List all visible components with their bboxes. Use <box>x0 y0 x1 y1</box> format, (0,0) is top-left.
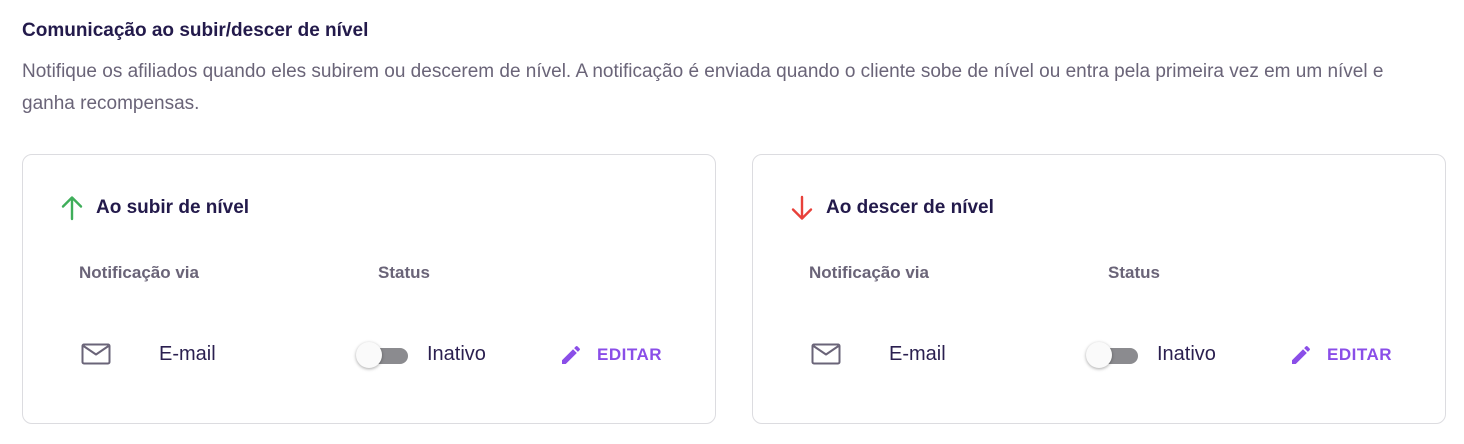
channel-label: E-mail <box>159 343 216 365</box>
notification-row: E-mail Inativo EDITAR <box>23 335 715 375</box>
channel-label: E-mail <box>889 343 946 365</box>
edit-button[interactable]: EDITAR <box>559 339 662 371</box>
card-title: Ao descer de nível <box>826 197 994 218</box>
mail-icon <box>811 343 841 365</box>
card-header: Ao subir de nível <box>61 195 249 221</box>
column-header-via: Notificação via <box>79 263 199 282</box>
mail-icon <box>81 343 111 365</box>
section-title: Comunicação ao subir/descer de nível <box>22 20 369 41</box>
card-header: Ao descer de nível <box>791 195 994 221</box>
arrow-down-icon <box>791 195 813 220</box>
edit-label: EDITAR <box>1327 345 1393 364</box>
status-label: Inativo <box>427 343 486 365</box>
card-title: Ao subir de nível <box>96 197 250 218</box>
level-down-card: Ao descer de nível Notificação via Statu… <box>752 154 1446 424</box>
pencil-icon <box>1292 345 1311 364</box>
status-toggle[interactable] <box>356 340 412 370</box>
edit-label: EDITAR <box>597 345 663 364</box>
status-toggle[interactable] <box>1086 340 1142 370</box>
section-description: Notifique os afiliados quando eles subir… <box>22 61 1384 114</box>
arrow-up-icon <box>61 196 83 221</box>
column-header-status: Status <box>378 263 430 282</box>
pencil-icon <box>562 345 581 364</box>
edit-button[interactable]: EDITAR <box>1289 339 1392 371</box>
status-label: Inativo <box>1157 343 1216 365</box>
column-header-status: Status <box>1108 263 1160 282</box>
level-up-card: Ao subir de nível Notificação via Status… <box>22 154 716 424</box>
toggle-knob <box>1086 342 1112 368</box>
column-header-via: Notificação via <box>809 263 929 282</box>
toggle-knob <box>356 342 382 368</box>
notification-row: E-mail Inativo EDITAR <box>753 335 1445 375</box>
